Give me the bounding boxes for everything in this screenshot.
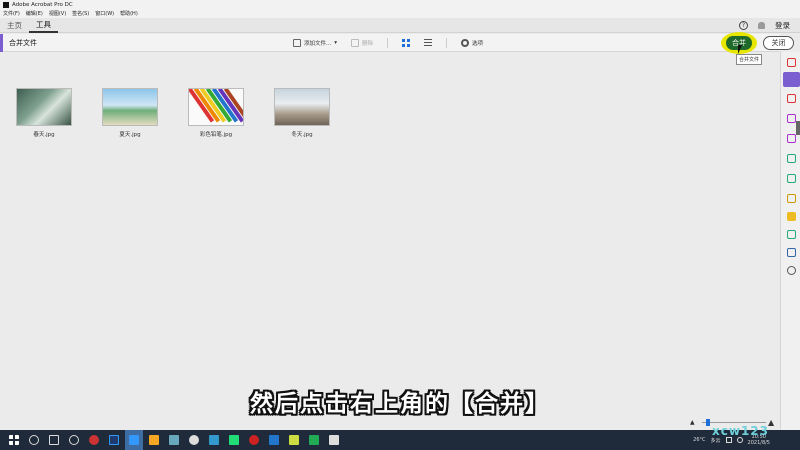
combine-files-icon[interactable]	[783, 72, 800, 87]
weather-temp[interactable]: 26°C	[693, 437, 705, 443]
app-icon[interactable]	[169, 435, 179, 445]
file-thumbnail	[16, 88, 72, 126]
sign-icon[interactable]	[787, 134, 796, 143]
delete-button[interactable]: 删除	[351, 38, 374, 47]
mouse-cursor-icon	[738, 45, 742, 54]
file-item[interactable]: 冬天.jpg	[274, 88, 330, 138]
app-icon	[129, 435, 139, 445]
trash-icon	[351, 38, 360, 47]
grid-view-icon[interactable]	[402, 38, 411, 47]
add-files-button[interactable]: 添加文件... ▾	[293, 38, 338, 47]
tool-title: 合并文件	[9, 38, 37, 47]
protect-icon[interactable]	[787, 248, 796, 257]
gear-icon	[461, 38, 470, 47]
file-thumbnail	[188, 88, 244, 126]
menu-edit[interactable]: 编辑(E)	[26, 10, 43, 17]
menu-window[interactable]: 窗口(W)	[95, 10, 114, 17]
tab-tools[interactable]: 工具	[29, 18, 58, 33]
signin-link[interactable]: 登录	[775, 20, 790, 31]
file-item[interactable]: 彩色铅笔.jpg	[188, 88, 244, 138]
zoom-icon[interactable]	[69, 435, 79, 445]
tool-accent-bar	[0, 33, 3, 52]
combine-toolbar: 合并文件 添加文件... ▾ 删除 选项	[0, 33, 780, 52]
taskbar-app-active[interactable]	[125, 430, 143, 450]
file-name: 彩色铅笔.jpg	[199, 132, 233, 138]
menu-bar: 文件(F) 编辑(E) 视图(V) 签名(S) 窗口(W) 帮助(H)	[0, 9, 800, 18]
file-thumbnail	[274, 88, 330, 126]
title-bar: Adobe Acrobat Pro DC	[0, 0, 800, 9]
close-button[interactable]: 关闭	[763, 36, 794, 50]
window-title: Adobe Acrobat Pro DC	[12, 1, 73, 8]
toolbar-divider	[387, 37, 389, 48]
acrobat-taskbar-icon[interactable]	[329, 435, 339, 445]
menu-help[interactable]: 帮助(H)	[120, 10, 138, 17]
menu-file[interactable]: 文件(F)	[3, 10, 20, 17]
file-item[interactable]: 春天.jpg	[16, 88, 72, 138]
more-tools-icon[interactable]	[787, 266, 796, 275]
file-name: 夏天.jpg	[119, 132, 141, 138]
organize-pages-icon[interactable]	[787, 94, 796, 103]
menu-sign[interactable]: 签名(S)	[72, 10, 89, 17]
folder-icon[interactable]	[149, 435, 159, 445]
record-icon[interactable]	[249, 435, 259, 445]
export-pdf-icon[interactable]	[787, 154, 796, 163]
right-tools-pane	[780, 52, 800, 430]
zoom-knob[interactable]	[706, 419, 710, 426]
app-icon[interactable]	[309, 435, 319, 445]
start-icon[interactable]	[9, 435, 19, 445]
file-item[interactable]: 夏天.jpg	[102, 88, 158, 138]
add-files-label: 添加文件...	[304, 40, 332, 47]
chrome-icon[interactable]	[189, 435, 199, 445]
options-label: 选项	[472, 40, 484, 47]
file-grid: 春天.jpg 夏天.jpg 彩色铅笔.jpg 冬天.jpg	[16, 88, 360, 138]
toolbar-divider	[446, 37, 448, 48]
comment-icon[interactable]	[787, 212, 796, 221]
app-icon[interactable]	[229, 435, 239, 445]
add-file-icon	[293, 38, 301, 47]
tab-home[interactable]: 主页	[0, 18, 29, 33]
options-button[interactable]: 选项	[461, 38, 484, 47]
help-icon[interactable]: ?	[739, 20, 748, 30]
file-name: 春天.jpg	[33, 132, 55, 138]
create-pdf-icon[interactable]	[787, 58, 796, 67]
file-thumbnail	[102, 88, 158, 126]
app-icon[interactable]	[289, 435, 299, 445]
zoom-out-icon[interactable]: ▲	[690, 419, 695, 426]
video-subtitle: 然后点击右上角的【合并】	[250, 390, 550, 417]
bell-icon[interactable]	[758, 21, 765, 29]
taskbar: 26°C 多云 10:50 2021/8/5	[0, 430, 800, 450]
zoom-track	[702, 422, 766, 423]
print-icon[interactable]	[787, 230, 796, 239]
collapse-pane-handle[interactable]	[796, 121, 800, 135]
search-icon[interactable]	[29, 435, 39, 445]
chevron-down-icon: ▾	[334, 39, 338, 46]
file-name: 冬天.jpg	[291, 132, 313, 138]
combine-tooltip: 合并文件	[736, 54, 763, 65]
app-icon[interactable]	[269, 435, 279, 445]
app-icon[interactable]	[89, 435, 99, 445]
watermark-logo: xcw123	[712, 424, 769, 438]
edit-pdf-icon[interactable]	[787, 114, 796, 123]
list-view-icon[interactable]	[424, 38, 433, 47]
delete-label: 删除	[362, 40, 374, 47]
fill-sign-icon[interactable]	[787, 194, 796, 203]
tab-bar: 主页 工具 ? 登录	[0, 18, 800, 33]
task-view-icon[interactable]	[49, 435, 59, 445]
clock-date: 2021/8/5	[747, 440, 770, 446]
menu-view[interactable]: 视图(V)	[49, 10, 66, 17]
scan-icon[interactable]	[787, 174, 796, 183]
photoshop-icon[interactable]	[109, 435, 119, 445]
acrobat-logo-icon	[3, 1, 9, 8]
app-icon[interactable]	[209, 435, 219, 445]
